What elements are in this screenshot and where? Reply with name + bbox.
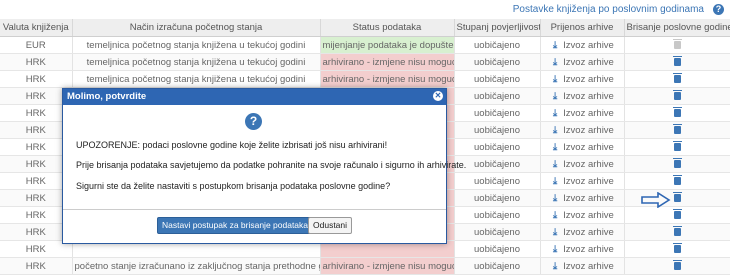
- delete-cell: [624, 257, 730, 275]
- advice-text: Prije brisanja podataka savjetujemo da p…: [76, 160, 467, 170]
- method-cell: početno stanje izračunano iz zaključnog …: [72, 257, 321, 275]
- cancel-button[interactable]: Odustani: [308, 217, 353, 234]
- confidentiality-cell: uobičajeno: [454, 257, 541, 275]
- confirm-delete-button[interactable]: Nastavi postupak za brisanje podataka: [157, 217, 314, 234]
- warning-text: UPOZORENJE: podaci poslovne godine koje …: [76, 140, 388, 150]
- dialog-divider: [63, 209, 446, 210]
- table-row: HRK početno stanje izračunano iz zaključn…: [0, 257, 730, 275]
- currency-cell: HRK: [0, 257, 73, 275]
- export-archive-link[interactable]: ⤓ Izvoz arhive: [550, 261, 614, 272]
- download-icon: ⤓: [553, 260, 558, 272]
- archive-cell: ⤓ Izvoz arhive: [540, 257, 625, 275]
- dialog-title: Molimo, potvrdite: [67, 91, 147, 102]
- close-icon[interactable]: ✕: [433, 91, 443, 101]
- question-icon: ?: [245, 113, 262, 130]
- export-archive-label: Izvoz arhive: [563, 260, 614, 272]
- pointer-arrow-icon: [641, 192, 671, 208]
- dialog-header: Molimo, potvrdite ✕: [63, 89, 446, 105]
- confirm-question-text: Sigurni ste da želite nastaviti s postup…: [76, 181, 391, 191]
- confirm-dialog: Molimo, potvrdite ✕ ? UPOZORENJE: podaci…: [62, 88, 466, 244]
- status-cell: arhivirano - izmjene nisu moguće: [320, 257, 455, 275]
- trash-icon[interactable]: [672, 259, 682, 270]
